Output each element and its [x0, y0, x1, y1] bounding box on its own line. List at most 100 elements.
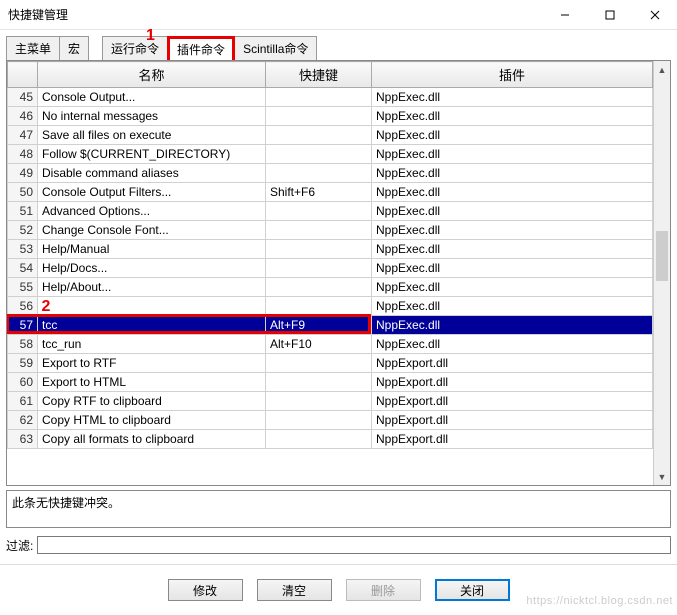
table-row[interactable]: 48Follow $(CURRENT_DIRECTORY) NppExec.dll	[8, 145, 653, 164]
table-row[interactable]: 57tccAlt+F9NppExec.dll	[8, 316, 653, 335]
window-title: 快捷键管理	[8, 6, 542, 23]
clear-button[interactable]: 清空	[257, 579, 332, 601]
cell-plugin: NppExec.dll	[372, 240, 653, 259]
table-row[interactable]: 45Console Output...NppExec.dll	[8, 88, 653, 107]
vertical-scrollbar[interactable]: ▲ ▼	[653, 61, 670, 485]
tab-main-menu[interactable]: 主菜单	[6, 36, 60, 60]
cell-plugin: NppExec.dll	[372, 297, 653, 316]
cell-name: Save all files on execute	[38, 126, 266, 145]
cell-plugin: NppExport.dll	[372, 354, 653, 373]
cell-plugin: NppExec.dll	[372, 107, 653, 126]
col-header-shortcut[interactable]: 快捷键	[266, 62, 372, 88]
cell-shortcut	[266, 202, 372, 221]
cell-name: Copy HTML to clipboard	[38, 411, 266, 430]
cell-rownum: 59	[8, 354, 38, 373]
cell-name: Follow $(CURRENT_DIRECTORY)	[38, 145, 266, 164]
cell-name: Copy RTF to clipboard	[38, 392, 266, 411]
cell-name: Advanced Options...	[38, 202, 266, 221]
cell-shortcut	[266, 164, 372, 183]
table-row[interactable]: 50Console Output Filters...Shift+F6NppEx…	[8, 183, 653, 202]
col-header-plugin[interactable]: 插件	[372, 62, 653, 88]
modify-button[interactable]: 修改	[168, 579, 243, 601]
close-dialog-button[interactable]: 关闭	[435, 579, 510, 601]
table-row[interactable]: 49Disable command aliasesNppExec.dll	[8, 164, 653, 183]
cell-rownum: 61	[8, 392, 38, 411]
cell-rownum: 56	[8, 297, 38, 316]
table-row[interactable]: 60Export to HTMLNppExport.dll	[8, 373, 653, 392]
cell-name: Console Output...	[38, 88, 266, 107]
cell-plugin: NppExec.dll	[372, 126, 653, 145]
col-header-rownum[interactable]	[8, 62, 38, 88]
cell-plugin: NppExec.dll	[372, 183, 653, 202]
table-row[interactable]: 51Advanced Options... NppExec.dll	[8, 202, 653, 221]
filter-input[interactable]	[37, 536, 671, 554]
table-row[interactable]: 54Help/Docs... NppExec.dll	[8, 259, 653, 278]
col-header-name[interactable]: 名称	[38, 62, 266, 88]
tab-macro[interactable]: 宏	[59, 36, 89, 60]
table-row[interactable]: 47Save all files on execute NppExec.dll	[8, 126, 653, 145]
cell-shortcut: Shift+F6	[266, 183, 372, 202]
cell-shortcut	[266, 430, 372, 449]
table-row[interactable]: 52Change Console Font...NppExec.dll	[8, 221, 653, 240]
table-row[interactable]: 56 NppExec.dll	[8, 297, 653, 316]
table-row[interactable]: 46No internal messagesNppExec.dll	[8, 107, 653, 126]
cell-name: No internal messages	[38, 107, 266, 126]
cell-plugin: NppExport.dll	[372, 430, 653, 449]
conflict-message: 此条无快捷键冲突。	[12, 496, 120, 510]
table-row[interactable]: 59Export to RTF NppExport.dll	[8, 354, 653, 373]
cell-rownum: 49	[8, 164, 38, 183]
cell-rownum: 47	[8, 126, 38, 145]
table-row[interactable]: 61Copy RTF to clipboardNppExport.dll	[8, 392, 653, 411]
shortcut-table-container: 名称 快捷键 插件 45Console Output...NppExec.dll…	[6, 60, 671, 486]
cell-rownum: 51	[8, 202, 38, 221]
cell-shortcut	[266, 88, 372, 107]
cell-plugin: NppExec.dll	[372, 202, 653, 221]
scroll-up-icon[interactable]: ▲	[654, 61, 670, 78]
filter-row: 过滤:	[6, 536, 671, 554]
close-button[interactable]	[632, 0, 677, 30]
cell-shortcut	[266, 240, 372, 259]
table-row[interactable]: 58tcc_runAlt+F10NppExec.dll	[8, 335, 653, 354]
table-row[interactable]: 62Copy HTML to clipboardNppExport.dll	[8, 411, 653, 430]
cell-rownum: 57	[8, 316, 38, 335]
window-controls	[542, 0, 677, 30]
cell-plugin: NppExec.dll	[372, 221, 653, 240]
cell-shortcut	[266, 221, 372, 240]
cell-shortcut: Alt+F9	[266, 316, 372, 335]
cell-rownum: 62	[8, 411, 38, 430]
table-row[interactable]: 53Help/ManualNppExec.dll	[8, 240, 653, 259]
table-row[interactable]: 63Copy all formats to clipboardNppExport…	[8, 430, 653, 449]
cell-shortcut	[266, 392, 372, 411]
cell-name: Change Console Font...	[38, 221, 266, 240]
cell-rownum: 48	[8, 145, 38, 164]
cell-shortcut: Alt+F10	[266, 335, 372, 354]
cell-shortcut	[266, 107, 372, 126]
tab-run-commands[interactable]: 运行命令	[102, 36, 168, 60]
scroll-thumb[interactable]	[656, 231, 668, 281]
cell-name: Export to RTF	[38, 354, 266, 373]
cell-name: tcc_run	[38, 335, 266, 354]
cell-rownum: 54	[8, 259, 38, 278]
tab-scintilla-commands[interactable]: Scintilla命令	[234, 36, 317, 60]
filter-label: 过滤:	[6, 537, 33, 554]
maximize-button[interactable]	[587, 0, 632, 30]
table-scroll-area: 名称 快捷键 插件 45Console Output...NppExec.dll…	[7, 61, 653, 485]
cell-plugin: NppExec.dll	[372, 145, 653, 164]
delete-button[interactable]: 删除	[346, 579, 421, 601]
cell-name: Help/Docs...	[38, 259, 266, 278]
tab-bar: 主菜单 宏 运行命令 插件命令 Scintilla命令	[0, 30, 677, 60]
cell-plugin: NppExport.dll	[372, 373, 653, 392]
cell-rownum: 58	[8, 335, 38, 354]
table-row[interactable]: 55Help/About...NppExec.dll	[8, 278, 653, 297]
minimize-button[interactable]	[542, 0, 587, 30]
cell-plugin: NppExec.dll	[372, 164, 653, 183]
cell-rownum: 50	[8, 183, 38, 202]
tab-plugin-commands[interactable]: 插件命令	[167, 36, 235, 60]
cell-name: Help/About...	[38, 278, 266, 297]
cell-plugin: NppExec.dll	[372, 259, 653, 278]
cell-shortcut	[266, 126, 372, 145]
cell-plugin: NppExec.dll	[372, 278, 653, 297]
scroll-down-icon[interactable]: ▼	[654, 468, 670, 485]
cell-rownum: 45	[8, 88, 38, 107]
cell-name	[38, 297, 266, 316]
